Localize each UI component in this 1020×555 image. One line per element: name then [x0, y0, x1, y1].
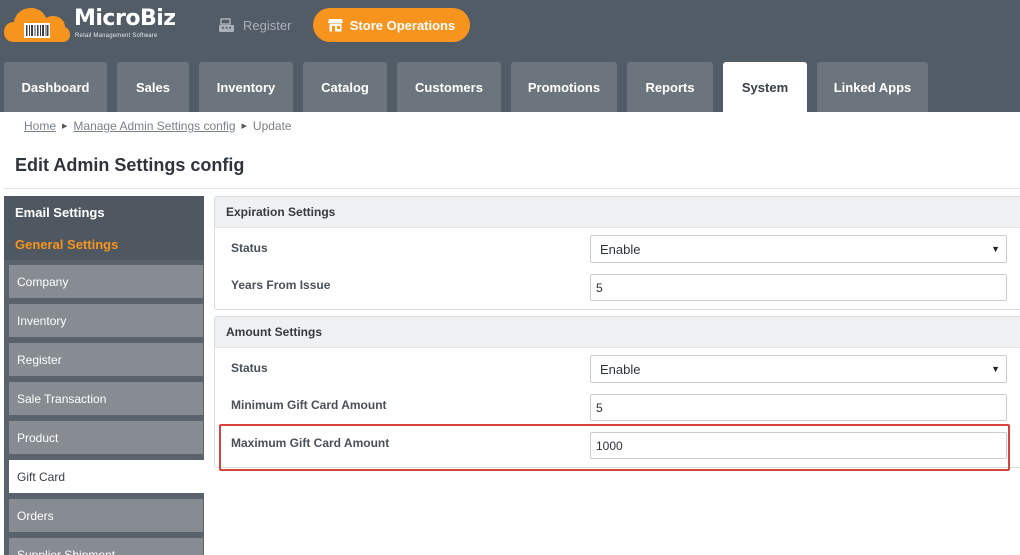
tab-sales[interactable]: Sales: [117, 62, 189, 112]
expiration-status-select[interactable]: Enable ▼: [590, 235, 1007, 263]
sidebar-item-company[interactable]: Company: [9, 265, 203, 298]
tab-reports[interactable]: Reports: [627, 62, 713, 112]
store-icon: [327, 19, 343, 32]
tab-inventory[interactable]: Inventory: [199, 62, 293, 112]
page-title: Edit Admin Settings config: [15, 155, 245, 175]
brand-tagline: Retail Management Software: [75, 33, 158, 39]
sidebar-item-sale-transaction[interactable]: Sale Transaction: [9, 382, 203, 415]
top-bar: MicroBiz Retail Management Software Regi…: [0, 0, 1020, 112]
sidebar-item-register[interactable]: Register: [9, 343, 203, 376]
breadcrumb-current: Update: [252, 119, 292, 133]
years-from-issue-label: Years From Issue: [231, 278, 331, 292]
breadcrumb-parent-link[interactable]: Manage Admin Settings config: [73, 119, 235, 133]
tab-promotions[interactable]: Promotions: [511, 62, 617, 112]
sidebar-section-general-settings[interactable]: General Settings: [4, 228, 204, 260]
years-from-issue-input[interactable]: 5: [590, 274, 1007, 301]
expiration-settings-panel: Expiration Settings Status Enable ▼ Year…: [214, 196, 1020, 310]
sidebar-section-email-settings[interactable]: Email Settings: [4, 196, 204, 228]
sidebar-item-gift-card[interactable]: Gift Card: [9, 460, 204, 493]
amount-status-select[interactable]: Enable ▼: [590, 355, 1007, 383]
breadcrumb-separator-icon: ▶: [241, 123, 247, 130]
settings-sidebar: Email Settings General Settings Company …: [4, 196, 204, 555]
dropdown-arrow-icon: ▼: [991, 244, 1000, 254]
expiration-settings-heading: Expiration Settings: [215, 197, 1020, 228]
minimum-gift-card-amount-label: Minimum Gift Card Amount: [231, 398, 387, 412]
sidebar-item-supplier-shipment[interactable]: Supplier Shipment: [9, 538, 203, 555]
tab-system[interactable]: System: [723, 62, 807, 112]
store-operations-label: Store Operations: [349, 17, 456, 33]
amount-status-value: Enable: [600, 361, 641, 377]
expiration-status-label: Status: [231, 241, 268, 255]
register-label: Register: [243, 17, 292, 33]
register-link[interactable]: Register: [218, 14, 291, 36]
amount-settings-heading: Amount Settings: [215, 317, 1020, 348]
sidebar-item-product[interactable]: Product: [9, 421, 203, 454]
breadcrumb-home-link[interactable]: Home: [24, 119, 56, 133]
tab-dashboard[interactable]: Dashboard: [4, 62, 107, 112]
title-divider: [4, 188, 1020, 189]
tab-catalog[interactable]: Catalog: [303, 62, 387, 112]
minimum-gift-card-amount-input[interactable]: 5: [590, 394, 1007, 421]
brand-name: MicroBiz: [74, 6, 176, 31]
tab-linked-apps[interactable]: Linked Apps: [817, 62, 928, 112]
highlight-annotation: [219, 424, 1010, 471]
sidebar-item-inventory[interactable]: Inventory: [9, 304, 203, 337]
breadcrumb: Home ▶ Manage Admin Settings config ▶ Up…: [24, 119, 292, 133]
cloud-logo-icon: [4, 8, 70, 42]
expiration-status-value: Enable: [600, 241, 641, 257]
microbiz-logo[interactable]: MicroBiz Retail Management Software: [4, 4, 176, 44]
breadcrumb-separator-icon: ▶: [62, 123, 68, 130]
dropdown-arrow-icon: ▼: [991, 364, 1000, 374]
cash-register-icon: [219, 17, 234, 32]
store-operations-button[interactable]: Store Operations: [313, 8, 470, 42]
amount-status-label: Status: [231, 361, 268, 375]
sidebar-item-orders[interactable]: Orders: [9, 499, 203, 532]
tab-customers[interactable]: Customers: [397, 62, 501, 112]
